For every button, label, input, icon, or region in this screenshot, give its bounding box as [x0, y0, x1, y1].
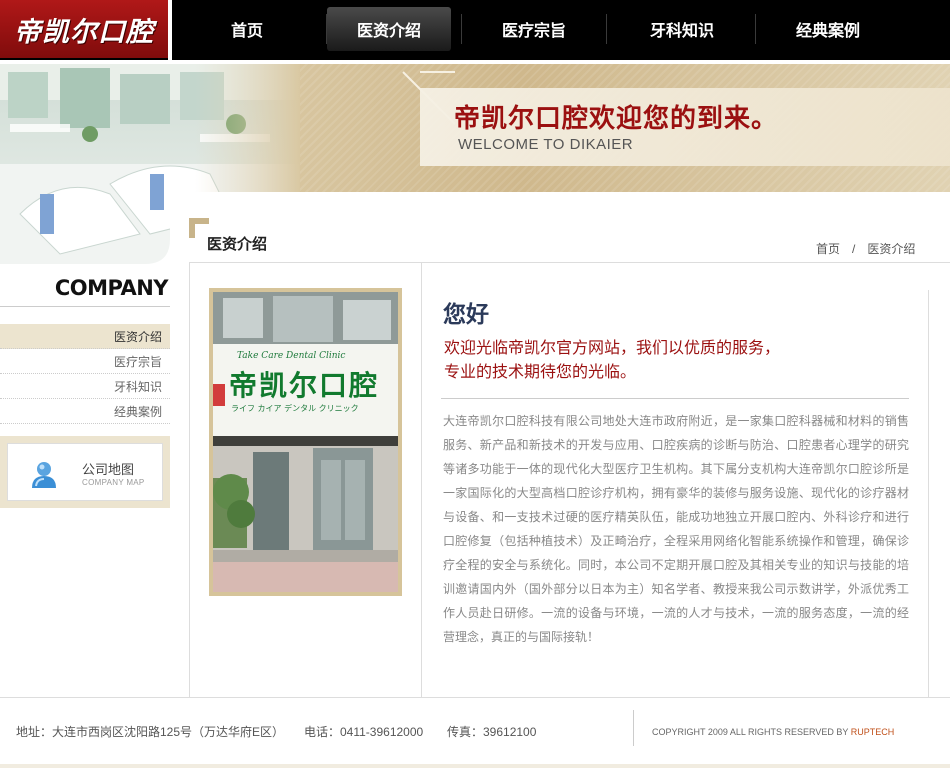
nav-divider — [755, 14, 756, 44]
sidebar-menu: 医资介绍 医疗宗旨 牙科知识 经典案例 — [0, 324, 170, 424]
nav-item-home[interactable]: 首页 — [185, 7, 309, 51]
clinic-storefront-photo-frame: Take Care Dental Clinic 帝凯尔口腔 ライフ カイア デン… — [209, 288, 402, 596]
footer-divider — [0, 697, 950, 698]
breadcrumb-home[interactable]: 首页 — [816, 242, 840, 256]
sign-chinese-text: 帝凯尔口腔 — [229, 369, 379, 402]
intro-divider — [441, 398, 909, 399]
sidebar-item-cases[interactable]: 经典案例 — [0, 399, 170, 424]
intro-text: 欢迎光临帝凯尔官方网站，我们以优质的服务， 专业的技术期待您的光临。 — [444, 337, 914, 385]
map-title: 公司地图 — [82, 462, 135, 477]
welcome-panel: 帝凯尔口腔欢迎您的到来。 WELCOME TO DIKAIER — [420, 88, 950, 166]
greeting-heading: 您好 — [443, 301, 489, 327]
footer-bottom-strip — [0, 764, 950, 768]
footer-fax: 传真：39612100 — [447, 725, 537, 739]
main-left-border — [189, 262, 190, 698]
nav-item-doctors[interactable]: 医资介绍 — [327, 7, 451, 51]
welcome-heading-cn: 帝凯尔口腔欢迎您的到来。 — [454, 103, 779, 133]
main-right-border — [928, 290, 929, 698]
footer-address: 地址：大连市西岗区沈阳路125号（万达华府E区） — [16, 725, 285, 739]
sidebar-item-mission[interactable]: 医疗宗旨 — [0, 349, 170, 374]
breadcrumb-current: 医资介绍 — [867, 242, 916, 256]
welcome-heading-en: WELCOME TO DIKAIER — [458, 136, 634, 153]
company-description: 大连帝凯尔口腔科技有限公司地处大连市政府附近，是一家集口腔科器械和材料的销售服务… — [443, 414, 909, 644]
sidebar-item-dental-knowledge[interactable]: 牙科知识 — [0, 374, 170, 399]
map-subtitle: COMPANY MAP — [82, 478, 145, 487]
company-divider — [0, 306, 170, 307]
intro-line: 专业的技术期待您的光临。 — [444, 364, 637, 381]
copyright-notice: COPYRIGHT 2009 ALL RIGHTS RESERVED BY RU… — [652, 727, 894, 737]
top-header: 帝凯尔口腔 首页 医资介绍 医疗宗旨 牙科知识 经典案例 — [0, 0, 950, 60]
clinic-storefront-photo: Take Care Dental Clinic 帝凯尔口腔 ライフ カイア デン… — [213, 292, 398, 592]
section-corner-icon — [189, 218, 209, 238]
breadcrumb-separator: / — [852, 242, 856, 256]
logo-text: 帝凯尔口腔 — [14, 16, 154, 48]
company-map-box: 公司地图 COMPANY MAP — [0, 436, 170, 508]
nav-item-cases[interactable]: 经典案例 — [766, 7, 890, 51]
section-title: 医资介绍 — [207, 236, 268, 253]
breadcrumb: 首页 / 医资介绍 — [816, 240, 915, 257]
site-logo[interactable]: 帝凯尔口腔 — [0, 0, 168, 58]
person-icon — [32, 462, 56, 488]
nav-item-mission[interactable]: 医疗宗旨 — [472, 7, 596, 51]
content-column-divider — [421, 262, 422, 698]
nav-divider — [606, 14, 607, 44]
sign-english-text: Take Care Dental Clinic — [237, 351, 345, 361]
section-divider — [189, 262, 950, 263]
footer-phone: 电话：0411-39612000 — [304, 725, 424, 739]
company-title: COMPANY — [54, 276, 169, 300]
nav-divider — [461, 14, 462, 44]
company-map-link[interactable]: 公司地图 COMPANY MAP — [7, 443, 163, 501]
intro-line: 欢迎光临帝凯尔官方网站，我们以优质的服务， — [444, 340, 781, 357]
nav-item-dental-knowledge[interactable]: 牙科知识 — [620, 7, 744, 51]
copyright-text: COPYRIGHT 2009 ALL RIGHTS RESERVED BY — [652, 727, 849, 737]
copyright-brand-link[interactable]: RUPTECH — [851, 727, 895, 737]
main-nav: 首页 医资介绍 医疗宗旨 牙科知识 经典案例 — [172, 0, 950, 58]
sign-katakana-text: ライフ カイア デンタル クリニック — [231, 403, 359, 413]
footer-separator — [633, 710, 634, 746]
sidebar-item-doctors[interactable]: 医资介绍 — [0, 324, 170, 349]
